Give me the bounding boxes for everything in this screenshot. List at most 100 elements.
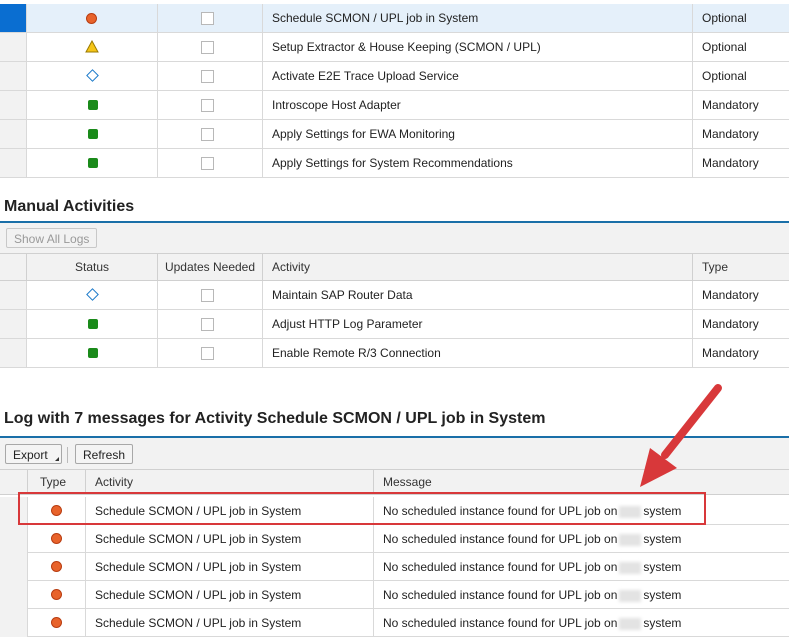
activity-cell: Schedule SCMON / UPL job in System bbox=[86, 609, 374, 637]
red-circle-icon bbox=[86, 13, 97, 24]
type-cell bbox=[28, 609, 86, 637]
table-row[interactable]: Schedule SCMON / UPL job in System Optio… bbox=[0, 4, 789, 33]
message-suffix: system bbox=[643, 560, 682, 574]
column-header-updates-needed[interactable]: Updates Needed bbox=[158, 254, 263, 280]
green-square-icon bbox=[88, 158, 98, 168]
type-cell: Mandatory bbox=[702, 127, 759, 141]
row-selector[interactable] bbox=[0, 33, 27, 61]
message-cell: No scheduled instance found for UPL job … bbox=[374, 581, 789, 609]
row-selector[interactable] bbox=[0, 553, 28, 581]
manual-toolbar: Show All Logs bbox=[0, 223, 789, 253]
red-circle-icon bbox=[51, 533, 62, 544]
updates-cell bbox=[158, 33, 263, 61]
green-square-icon bbox=[88, 348, 98, 358]
column-header-activity[interactable]: Activity bbox=[86, 470, 374, 494]
checkbox[interactable] bbox=[201, 318, 214, 331]
header-selector[interactable] bbox=[0, 470, 28, 494]
updates-cell bbox=[158, 62, 263, 90]
table-row[interactable]: Schedule SCMON / UPL job in System No sc… bbox=[0, 525, 789, 553]
status-cell bbox=[27, 339, 158, 367]
checkbox[interactable] bbox=[201, 157, 214, 170]
row-selector[interactable] bbox=[0, 281, 27, 309]
table-row[interactable]: Apply Settings for EWA Monitoring Mandat… bbox=[0, 120, 789, 149]
checkbox[interactable] bbox=[201, 289, 214, 302]
header-selector[interactable] bbox=[0, 254, 27, 280]
highlight-box bbox=[18, 492, 706, 525]
activity-cell: Apply Settings for System Recommendation… bbox=[263, 149, 693, 177]
type-cell bbox=[28, 553, 86, 581]
message-suffix: system bbox=[643, 616, 682, 630]
type-cell: Optional bbox=[702, 40, 747, 54]
red-circle-icon bbox=[51, 589, 62, 600]
row-selector[interactable] bbox=[0, 339, 27, 367]
table-row[interactable]: Introscope Host Adapter Mandatory bbox=[0, 91, 789, 120]
green-square-icon bbox=[88, 129, 98, 139]
status-cell bbox=[27, 120, 158, 148]
message-suffix: system bbox=[643, 532, 682, 546]
row-selector[interactable] bbox=[0, 310, 27, 338]
red-circle-icon bbox=[51, 561, 62, 572]
blue-diamond-icon bbox=[86, 288, 99, 301]
export-button[interactable]: Export bbox=[5, 444, 62, 464]
type-cell: Mandatory bbox=[702, 288, 759, 302]
updates-cell bbox=[158, 120, 263, 148]
status-cell bbox=[27, 33, 158, 61]
row-selector[interactable] bbox=[0, 609, 28, 637]
row-selector[interactable] bbox=[0, 62, 27, 90]
table-row[interactable]: Setup Extractor & House Keeping (SCMON /… bbox=[0, 33, 789, 62]
table-row[interactable]: Apply Settings for System Recommendation… bbox=[0, 149, 789, 178]
column-header-message[interactable]: Message bbox=[374, 470, 789, 494]
checkbox[interactable] bbox=[201, 70, 214, 83]
updates-cell bbox=[158, 4, 263, 32]
green-square-icon bbox=[88, 100, 98, 110]
message-text: No scheduled instance found for UPL job … bbox=[383, 616, 618, 630]
row-selector[interactable] bbox=[0, 4, 27, 32]
row-selector[interactable] bbox=[0, 91, 27, 119]
checkbox[interactable] bbox=[201, 12, 214, 25]
redacted-system-name bbox=[619, 533, 642, 546]
column-header-type[interactable]: Type bbox=[693, 254, 789, 280]
type-cell: Optional bbox=[702, 69, 747, 83]
checkbox[interactable] bbox=[201, 41, 214, 54]
row-selector[interactable] bbox=[0, 581, 28, 609]
activity-cell: Enable Remote R/3 Connection bbox=[263, 339, 693, 367]
updates-cell bbox=[158, 339, 263, 367]
red-circle-icon bbox=[51, 617, 62, 628]
status-cell bbox=[27, 310, 158, 338]
table-row[interactable]: Schedule SCMON / UPL job in System No sc… bbox=[0, 553, 789, 581]
table-row[interactable]: Schedule SCMON / UPL job in System No sc… bbox=[0, 581, 789, 609]
toolbar-separator bbox=[67, 447, 68, 463]
column-header-activity[interactable]: Activity bbox=[263, 254, 693, 280]
column-header-status[interactable]: Status bbox=[27, 254, 158, 280]
refresh-button[interactable]: Refresh bbox=[75, 444, 134, 464]
message-cell: No scheduled instance found for UPL job … bbox=[374, 553, 789, 581]
type-cell bbox=[28, 525, 86, 553]
activity-cell: Activate E2E Trace Upload Service bbox=[263, 62, 693, 90]
activity-cell: Schedule SCMON / UPL job in System bbox=[86, 581, 374, 609]
message-text: No scheduled instance found for UPL job … bbox=[383, 532, 618, 546]
status-cell bbox=[27, 4, 158, 32]
show-all-logs-button[interactable]: Show All Logs bbox=[6, 228, 98, 248]
checkbox[interactable] bbox=[201, 347, 214, 360]
table-row[interactable]: Maintain SAP Router Data Mandatory bbox=[0, 281, 789, 310]
table-row[interactable]: Enable Remote R/3 Connection Mandatory bbox=[0, 339, 789, 368]
status-cell bbox=[27, 62, 158, 90]
type-cell: Mandatory bbox=[702, 98, 759, 112]
row-selector[interactable] bbox=[0, 525, 28, 553]
table-row[interactable]: Adjust HTTP Log Parameter Mandatory bbox=[0, 310, 789, 339]
checkbox[interactable] bbox=[201, 128, 214, 141]
status-cell bbox=[27, 149, 158, 177]
row-selector[interactable] bbox=[0, 149, 27, 177]
table-row[interactable]: Schedule SCMON / UPL job in System No sc… bbox=[0, 609, 789, 637]
table-row[interactable]: Activate E2E Trace Upload Service Option… bbox=[0, 62, 789, 91]
manual-table-header: Status Updates Needed Activity Type bbox=[0, 253, 789, 281]
row-selector[interactable] bbox=[0, 120, 27, 148]
activity-cell: Schedule SCMON / UPL job in System bbox=[86, 525, 374, 553]
checkbox[interactable] bbox=[201, 99, 214, 112]
status-cell bbox=[27, 91, 158, 119]
updates-cell bbox=[158, 281, 263, 309]
column-header-type[interactable]: Type bbox=[28, 470, 86, 494]
message-cell: No scheduled instance found for UPL job … bbox=[374, 609, 789, 637]
type-cell bbox=[28, 581, 86, 609]
updates-cell bbox=[158, 310, 263, 338]
